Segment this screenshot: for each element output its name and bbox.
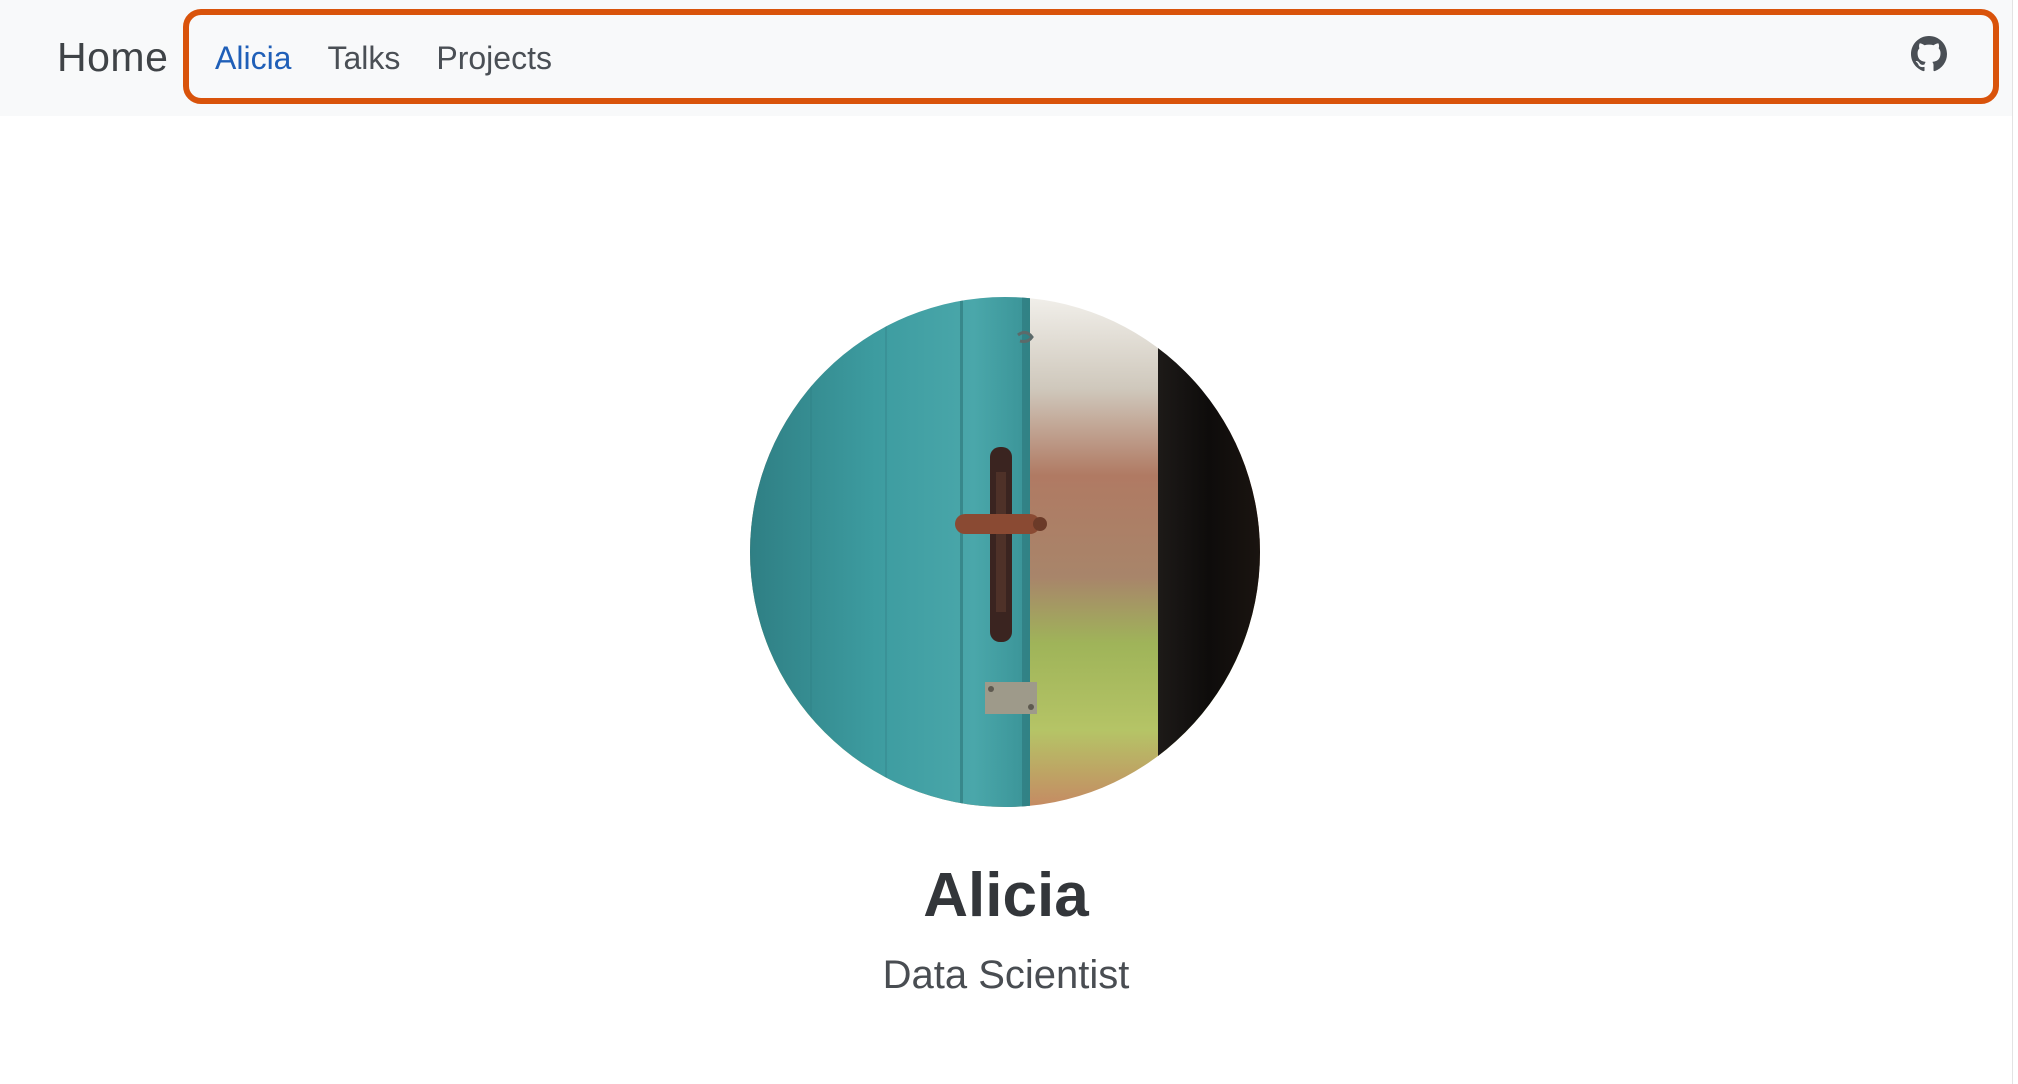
profile-title: Data Scientist (882, 953, 1130, 997)
home-link[interactable]: Home (57, 31, 168, 83)
nav-link-alicia[interactable]: Alicia (215, 36, 291, 80)
profile-avatar (750, 297, 1260, 807)
github-icon (1911, 36, 1947, 72)
nav-link-projects[interactable]: Projects (436, 36, 552, 80)
github-link[interactable] (1911, 36, 1947, 72)
nav-link-talks[interactable]: Talks (327, 36, 400, 80)
open-door-image (750, 297, 1260, 807)
nav-links: Alicia Talks Projects (215, 36, 588, 80)
page-edge-divider (2012, 0, 2013, 1084)
top-navbar: Home Alicia Talks Projects (0, 0, 2012, 116)
profile-name: Alicia (923, 861, 1089, 930)
page: Home Alicia Talks Projects Alicia Data S… (0, 0, 2018, 1084)
